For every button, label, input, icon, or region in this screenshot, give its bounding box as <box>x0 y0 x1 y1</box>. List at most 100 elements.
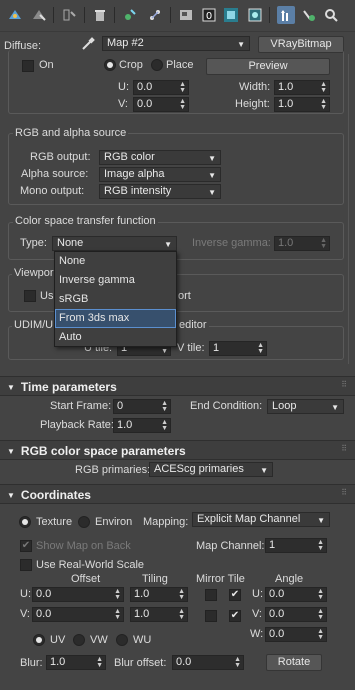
tiling-header: Tiling <box>142 573 168 585</box>
crop-u-spinner[interactable]: 0.0 ▲ ▼ <box>133 80 189 95</box>
offset-header: Offset <box>71 573 101 585</box>
angle-header: Angle <box>275 573 304 585</box>
texture-label: Texture <box>36 516 73 528</box>
color-space-title: Color space transfer function <box>13 215 158 228</box>
mapping-dropdown[interactable]: Explicit Map Channel ▼ <box>192 512 330 527</box>
udim-editor-label: editor <box>177 319 209 332</box>
crop-on-checkbox[interactable] <box>22 60 34 72</box>
mapping-label: Mapping: <box>143 516 189 528</box>
type-option-from-3ds-max[interactable]: From 3ds max <box>55 309 176 328</box>
svg-text:0: 0 <box>206 11 212 22</box>
go-to-parent-icon[interactable] <box>277 6 295 24</box>
v-tile-checkbox[interactable]: ✔ <box>229 610 241 622</box>
put-material-icon[interactable] <box>30 6 48 24</box>
start-frame-label: Start Frame: <box>50 400 112 412</box>
wu-radio[interactable] <box>116 634 128 646</box>
angle-v-label: V: <box>252 608 262 620</box>
angle-u-label: U: <box>252 588 263 600</box>
v-tiling-spinner[interactable]: 1.0 ▲ ▼ <box>130 607 188 622</box>
uv-radio[interactable] <box>33 634 45 646</box>
crop-on-label: On <box>39 59 54 71</box>
mono-output-dropdown[interactable]: RGB intensity ▼ <box>99 184 221 199</box>
preview-button[interactable]: Preview <box>206 58 330 75</box>
coord-u-label: U: <box>20 588 31 600</box>
show-end-result-icon[interactable] <box>246 6 264 24</box>
type-option-none[interactable]: None <box>55 252 176 271</box>
v-offset-spinner[interactable]: 0.0 ▲ ▼ <box>32 607 124 622</box>
type-label: Type: <box>20 237 47 249</box>
blur-offset-label: Blur offset: <box>114 657 167 669</box>
blur-offset-spinner[interactable]: 0.0 ▲ ▼ <box>172 655 244 670</box>
assign-material-icon[interactable] <box>60 6 78 24</box>
coordinates-rollout[interactable]: ▼ Coordinates ⠿ <box>0 484 355 504</box>
map-name-dropdown[interactable]: Map #2 ▼ <box>102 36 250 51</box>
map-channel-spinner[interactable]: 1 ▲ ▼ <box>265 538 327 553</box>
real-world-scale-label: Use Real-World Scale <box>36 559 145 571</box>
playback-rate-spinner[interactable]: 1.0 ▲ ▼ <box>113 418 171 433</box>
pick-material-icon[interactable] <box>322 6 340 24</box>
u-tile-checkbox[interactable]: ✔ <box>229 589 241 601</box>
w-angle-spinner[interactable]: 0.0 ▲ ▼ <box>265 627 327 642</box>
type-option-auto[interactable]: Auto <box>55 328 176 347</box>
map-channel-label: Map Channel: <box>196 540 265 552</box>
start-frame-spinner[interactable]: 0 ▲ ▼ <box>113 399 171 414</box>
show-shaded-icon[interactable] <box>222 6 240 24</box>
go-forward-icon[interactable] <box>300 6 318 24</box>
time-parameters-rollout[interactable]: ▼ Time parameters ⠿ <box>0 376 355 396</box>
playback-rate-label: Playback Rate: <box>40 419 114 431</box>
alpha-source-label: Alpha source: <box>21 168 89 180</box>
rgb-alpha-title: RGB and alpha source <box>13 127 129 140</box>
uv-label: UV <box>50 634 66 646</box>
u-offset-spinner[interactable]: 0.0 ▲ ▼ <box>32 587 124 602</box>
crop-u-label: U: <box>118 81 129 93</box>
material-id-icon[interactable]: 0 <box>200 6 218 24</box>
coord-v-label: V: <box>20 608 30 620</box>
type-option-srgb[interactable]: sRGB <box>55 290 176 309</box>
place-radio[interactable] <box>151 59 163 71</box>
v-mirror-checkbox[interactable] <box>205 610 217 622</box>
make-unique-icon[interactable] <box>146 6 164 24</box>
type-option-inverse-gamma[interactable]: Inverse gamma <box>55 271 176 290</box>
get-material-icon[interactable] <box>6 6 24 24</box>
rgb-primaries-label: RGB primaries: <box>75 464 151 476</box>
rgb-color-space-rollout[interactable]: ▼ RGB color space parameters ⠿ <box>0 440 355 460</box>
alpha-source-dropdown[interactable]: Image alpha ▼ <box>99 167 221 182</box>
u-angle-spinner[interactable]: 0.0 ▲ ▼ <box>265 587 327 602</box>
viewport-title: Viewpor <box>12 267 56 280</box>
end-condition-dropdown[interactable]: Loop ▼ <box>267 399 344 414</box>
type-dropdown-menu: None Inverse gamma sRGB From 3ds max Aut… <box>54 251 177 347</box>
crop-radio[interactable] <box>104 59 116 71</box>
v-angle-spinner[interactable]: 0.0 ▲ ▼ <box>265 607 327 622</box>
place-label: Place <box>166 59 194 71</box>
show-map-on-back-checkbox: ✔ <box>20 540 32 552</box>
rgb-primaries-dropdown[interactable]: ACEScg primaries ▼ <box>149 462 273 477</box>
texture-radio[interactable] <box>19 516 31 528</box>
crop-label: Crop <box>119 59 143 71</box>
inverse-gamma-label: Inverse gamma: <box>192 237 271 249</box>
real-world-scale-checkbox[interactable] <box>20 559 32 571</box>
put-to-library-icon[interactable] <box>177 6 195 24</box>
wu-label: WU <box>133 634 152 646</box>
environ-radio[interactable] <box>78 516 90 528</box>
v-tile-spinner[interactable]: 1 ▲ ▼ <box>209 341 267 356</box>
inverse-gamma-spinner: 1.0 ▲ ▼ <box>274 236 330 251</box>
environ-label: Environ <box>95 516 133 528</box>
show-map-on-back-label: Show Map on Back <box>36 540 131 552</box>
u-mirror-checkbox[interactable] <box>205 589 217 601</box>
crop-v-label: V: <box>118 98 128 110</box>
blur-spinner[interactable]: 1.0 ▲ ▼ <box>46 655 106 670</box>
viewport-checkbox[interactable] <box>24 290 36 302</box>
copy-map-icon[interactable] <box>121 6 139 24</box>
delete-icon[interactable] <box>91 6 109 24</box>
type-dropdown[interactable]: None ▼ <box>52 236 177 251</box>
width-spinner[interactable]: 1.0 ▲ ▼ <box>274 80 330 95</box>
height-spinner[interactable]: 1.0 ▲ ▼ <box>274 97 330 112</box>
rgb-output-dropdown[interactable]: RGB color ▼ <box>99 150 221 165</box>
material-editor-toolbar: 0 <box>0 0 355 32</box>
vw-radio[interactable] <box>73 634 85 646</box>
mirror-tile-header: Mirror Tile <box>196 573 245 585</box>
blur-label: Blur: <box>20 657 43 669</box>
rotate-button[interactable]: Rotate <box>266 654 322 671</box>
crop-v-spinner[interactable]: 0.0 ▲ ▼ <box>133 97 189 112</box>
u-tiling-spinner[interactable]: 1.0 ▲ ▼ <box>130 587 188 602</box>
